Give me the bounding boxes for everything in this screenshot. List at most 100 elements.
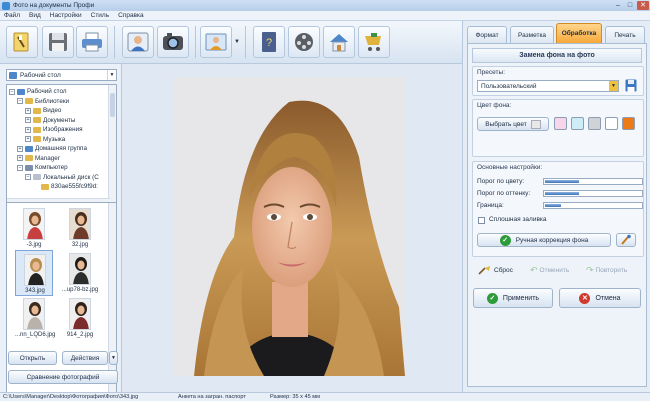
- expand-toggle-icon[interactable]: −: [9, 88, 15, 95]
- threshold-slider[interactable]: [543, 190, 643, 197]
- expand-toggle-icon[interactable]: +: [17, 155, 23, 161]
- solid-fill-checkbox[interactable]: [478, 217, 485, 224]
- minimize-button[interactable]: –: [612, 1, 624, 10]
- preset-select[interactable]: Пользовательский ▼: [477, 80, 619, 92]
- tree-item[interactable]: + Домашняя группа: [17, 144, 87, 153]
- check-circle-icon: ✓: [499, 234, 511, 246]
- print-button[interactable]: [76, 26, 108, 58]
- save-button[interactable]: [42, 26, 74, 58]
- tab-markup[interactable]: Разметка: [510, 26, 554, 43]
- menu-settings[interactable]: Настройки: [46, 12, 87, 19]
- expand-toggle-icon[interactable]: +: [25, 107, 31, 114]
- folder-icon: [17, 88, 25, 95]
- tab-format[interactable]: Формат: [467, 26, 507, 43]
- tree-item[interactable]: + Видео: [25, 106, 61, 115]
- thumbnail-image: [23, 208, 45, 240]
- portrait-photo[interactable]: [174, 77, 405, 376]
- choose-color-button[interactable]: Выбрать цвет: [477, 117, 549, 131]
- user-photo-button[interactable]: [122, 26, 154, 58]
- tree-item[interactable]: 830ae555fc9f9d:: [33, 182, 98, 191]
- redo-icon: ↷: [586, 265, 594, 275]
- save-preset-icon[interactable]: [625, 79, 637, 92]
- tree-scrollbar[interactable]: [108, 85, 116, 206]
- folder-icon: [25, 145, 33, 152]
- color-swatch[interactable]: [554, 117, 567, 130]
- reset-action[interactable]: Сброс: [478, 265, 513, 275]
- thumbnail-item[interactable]: ...nn_LQD6.jpg: [15, 295, 55, 341]
- print-icon: [82, 32, 102, 52]
- compare-photos-button[interactable]: Сравнение фотографий: [8, 370, 118, 384]
- expand-toggle-icon[interactable]: +: [25, 136, 31, 142]
- apply-label: Применить: [502, 294, 540, 302]
- tree-item[interactable]: + Manager: [17, 154, 60, 163]
- folder-tree: − Рабочий стол − Библиотеки + Видео + Документы…: [6, 84, 117, 207]
- shop-button[interactable]: [358, 26, 390, 58]
- expand-toggle-icon[interactable]: −: [25, 174, 31, 180]
- threshold-slider[interactable]: [543, 178, 643, 185]
- menu-help[interactable]: Справка: [114, 12, 149, 19]
- scrollbar-thumb[interactable]: [110, 93, 115, 117]
- user-photo-icon: [127, 32, 149, 52]
- tree-item[interactable]: − Компьютер: [17, 163, 68, 172]
- video-button[interactable]: [288, 26, 320, 58]
- menu-file[interactable]: Файл: [0, 12, 25, 19]
- actions-dropdown-arrow[interactable]: ▼: [109, 351, 118, 365]
- thumbnail-caption: 914_2.jpg: [66, 332, 94, 338]
- open-button[interactable]: Открыть: [8, 351, 57, 365]
- expand-toggle-icon[interactable]: −: [17, 98, 23, 104]
- manual-correction-label: Ручная коррекция фона: [515, 236, 589, 244]
- tree-item[interactable]: + Изображения: [25, 125, 83, 134]
- color-swatch[interactable]: [588, 117, 601, 130]
- panel-title: Замена фона на фото: [472, 48, 642, 63]
- maximize-button[interactable]: □: [624, 1, 636, 10]
- check-circle-icon: ✓: [486, 292, 498, 304]
- home-button[interactable]: [323, 26, 355, 58]
- threshold-slider[interactable]: [543, 202, 643, 209]
- close-button[interactable]: ✕: [637, 1, 649, 10]
- tree-item-label: 830ae555fc9f9d:: [51, 183, 98, 190]
- tree-item[interactable]: − Локальный диск (C: [25, 173, 99, 182]
- camera-button[interactable]: [157, 26, 189, 58]
- folder-icon: [25, 98, 33, 104]
- shop-cart-icon: [365, 33, 381, 51]
- menu-view[interactable]: Вид: [25, 12, 46, 19]
- thumbnail-image: [69, 253, 91, 285]
- expand-toggle-icon[interactable]: +: [25, 117, 31, 123]
- apply-button[interactable]: ✓ Применить: [473, 288, 553, 308]
- brush-button[interactable]: [616, 233, 636, 247]
- expand-toggle-icon[interactable]: +: [17, 145, 23, 152]
- thumbnail-item[interactable]: ...up78-bz.jpg: [61, 250, 99, 296]
- thumbnail-item[interactable]: -3.jpg: [15, 205, 53, 251]
- tab-processing[interactable]: Обработка: [556, 23, 602, 43]
- redo-action[interactable]: ↷ Повторить: [586, 265, 627, 276]
- save-icon: [49, 33, 67, 51]
- tree-item[interactable]: − Библиотеки: [17, 97, 69, 106]
- undo-action[interactable]: ↶ Отменить: [530, 265, 569, 276]
- thumbnail-item[interactable]: 32.jpg: [61, 205, 99, 251]
- tree-item[interactable]: − Рабочий стол: [9, 87, 67, 96]
- color-swatch[interactable]: [571, 117, 584, 130]
- crop-dropdown-arrow[interactable]: ▼: [233, 26, 241, 58]
- menu-style[interactable]: Стиль: [87, 12, 114, 19]
- manual-correction-button[interactable]: ✓ Ручная коррекция фона: [477, 233, 611, 247]
- thumbnail-item[interactable]: 914_2.jpg: [61, 295, 99, 341]
- chevron-down-icon[interactable]: ▼: [107, 70, 116, 80]
- expand-toggle-icon[interactable]: −: [17, 164, 23, 171]
- expand-toggle-icon[interactable]: +: [25, 126, 31, 133]
- color-swatch[interactable]: [605, 117, 618, 130]
- crop-photo-button[interactable]: [200, 26, 232, 58]
- window-title: Фото на документы Профи: [13, 2, 95, 9]
- chevron-down-icon[interactable]: ▼: [609, 81, 618, 91]
- slider-label: Граница:: [477, 202, 504, 209]
- cancel-button[interactable]: ✕ Отмена: [559, 288, 641, 308]
- wizard-button[interactable]: [6, 26, 38, 58]
- thumbnail-item[interactable]: 343.jpg: [15, 250, 53, 296]
- tree-item[interactable]: + Музыка: [25, 135, 65, 144]
- help-button[interactable]: ?: [253, 26, 285, 58]
- tree-item-label: Библиотеки: [35, 97, 70, 105]
- tree-item[interactable]: + Документы: [25, 116, 75, 125]
- folder-selector[interactable]: Рабочий стол ▼: [6, 69, 117, 81]
- actions-button[interactable]: Действия: [62, 351, 108, 365]
- color-swatch[interactable]: [622, 117, 635, 130]
- tab-print[interactable]: Печать: [605, 26, 645, 43]
